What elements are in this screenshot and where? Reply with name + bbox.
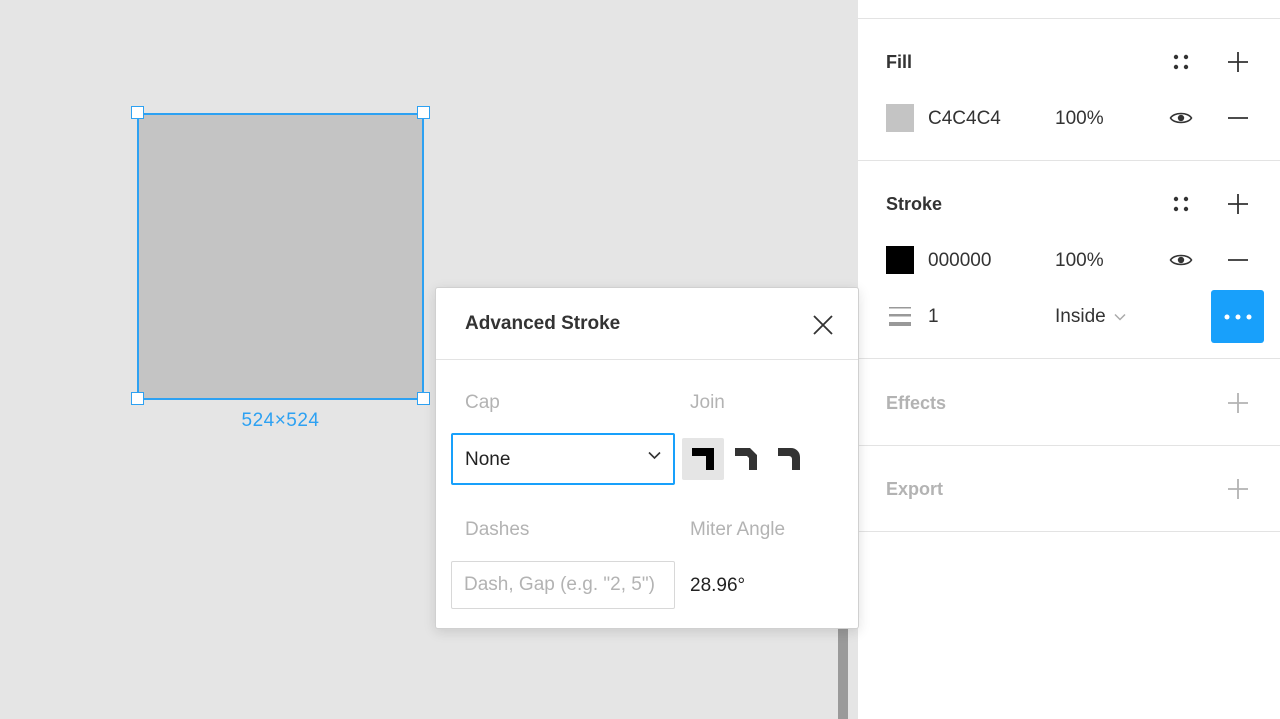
styles-grid-icon (1173, 196, 1189, 212)
selection-size-label: 524×524 (241, 410, 320, 431)
stroke-position-dropdown[interactable]: Inside (1055, 306, 1126, 328)
bevel-join-icon (735, 448, 757, 470)
advanced-stroke-popup: Advanced Stroke Cap Join None Dashes Mit… (435, 287, 859, 629)
effects-section-title: Effects (886, 393, 947, 413)
miter-join-icon (692, 448, 714, 470)
section-divider (858, 445, 1280, 446)
cap-select[interactable]: None (451, 433, 675, 485)
selected-rectangle[interactable] (137, 113, 424, 400)
export-section-title: Export (886, 479, 944, 499)
section-divider (858, 531, 1280, 532)
miter-angle-label: Miter Angle (690, 519, 786, 540)
round-join-icon (778, 448, 800, 470)
properties-panel: Fill C4C4C4 100% Stroke 000000 100% 1 In… (858, 0, 1280, 719)
join-miter-button[interactable] (682, 438, 724, 480)
add-stroke-button[interactable] (1222, 188, 1254, 220)
stroke-color-hex[interactable]: 000000 (928, 250, 991, 272)
chevron-down-icon (648, 451, 661, 460)
canvas-scrollbar[interactable] (838, 626, 848, 719)
close-icon (813, 315, 833, 335)
chevron-down-icon (1114, 313, 1126, 321)
eye-icon (1169, 112, 1193, 124)
stroke-opacity[interactable]: 100% (1055, 250, 1104, 272)
more-horizontal-icon (1224, 314, 1251, 319)
fill-color-swatch[interactable] (886, 104, 914, 132)
cap-select-value: None (465, 449, 511, 470)
stroke-weight-icon (884, 300, 916, 332)
section-divider (858, 160, 1280, 161)
advanced-stroke-button[interactable] (1211, 290, 1264, 343)
stroke-section-title: Stroke (886, 194, 943, 214)
stroke-styles-button[interactable] (1165, 188, 1197, 220)
add-effect-button[interactable] (1222, 387, 1254, 419)
dashes-input[interactable] (451, 561, 675, 609)
section-divider (858, 18, 1280, 19)
popup-close-button[interactable] (806, 308, 840, 342)
fill-color-hex[interactable]: C4C4C4 (928, 108, 1001, 130)
plus-icon (1228, 52, 1248, 72)
popup-title: Advanced Stroke (465, 313, 621, 334)
stroke-visibility-button[interactable] (1165, 244, 1197, 276)
fill-opacity[interactable]: 100% (1055, 108, 1104, 130)
remove-stroke-button[interactable] (1222, 244, 1254, 276)
remove-fill-button[interactable] (1222, 102, 1254, 134)
stroke-weight-value[interactable]: 1 (928, 306, 939, 328)
join-bevel-button[interactable] (725, 438, 767, 480)
add-fill-button[interactable] (1222, 46, 1254, 78)
styles-grid-icon (1173, 54, 1189, 70)
resize-handle-top-right[interactable] (417, 106, 430, 119)
stroke-color-swatch[interactable] (886, 246, 914, 274)
join-label: Join (690, 392, 725, 413)
add-export-button[interactable] (1222, 473, 1254, 505)
plus-icon (1228, 194, 1248, 214)
fill-section-title: Fill (886, 52, 912, 72)
resize-handle-bottom-right[interactable] (417, 392, 430, 405)
eye-icon (1169, 254, 1193, 266)
resize-handle-top-left[interactable] (131, 106, 144, 119)
minus-icon (1228, 117, 1248, 119)
join-round-button[interactable] (768, 438, 810, 480)
popup-divider (436, 359, 858, 360)
stroke-position-value: Inside (1055, 306, 1106, 327)
cap-label: Cap (465, 392, 500, 413)
fill-styles-button[interactable] (1165, 46, 1197, 78)
dashes-label: Dashes (465, 519, 530, 540)
section-divider (858, 358, 1280, 359)
miter-angle-value[interactable]: 28.96° (690, 575, 745, 597)
stroke-weight-icon (889, 307, 911, 326)
fill-visibility-button[interactable] (1165, 102, 1197, 134)
minus-icon (1228, 259, 1248, 261)
plus-icon (1228, 479, 1248, 499)
plus-icon (1228, 393, 1248, 413)
resize-handle-bottom-left[interactable] (131, 392, 144, 405)
